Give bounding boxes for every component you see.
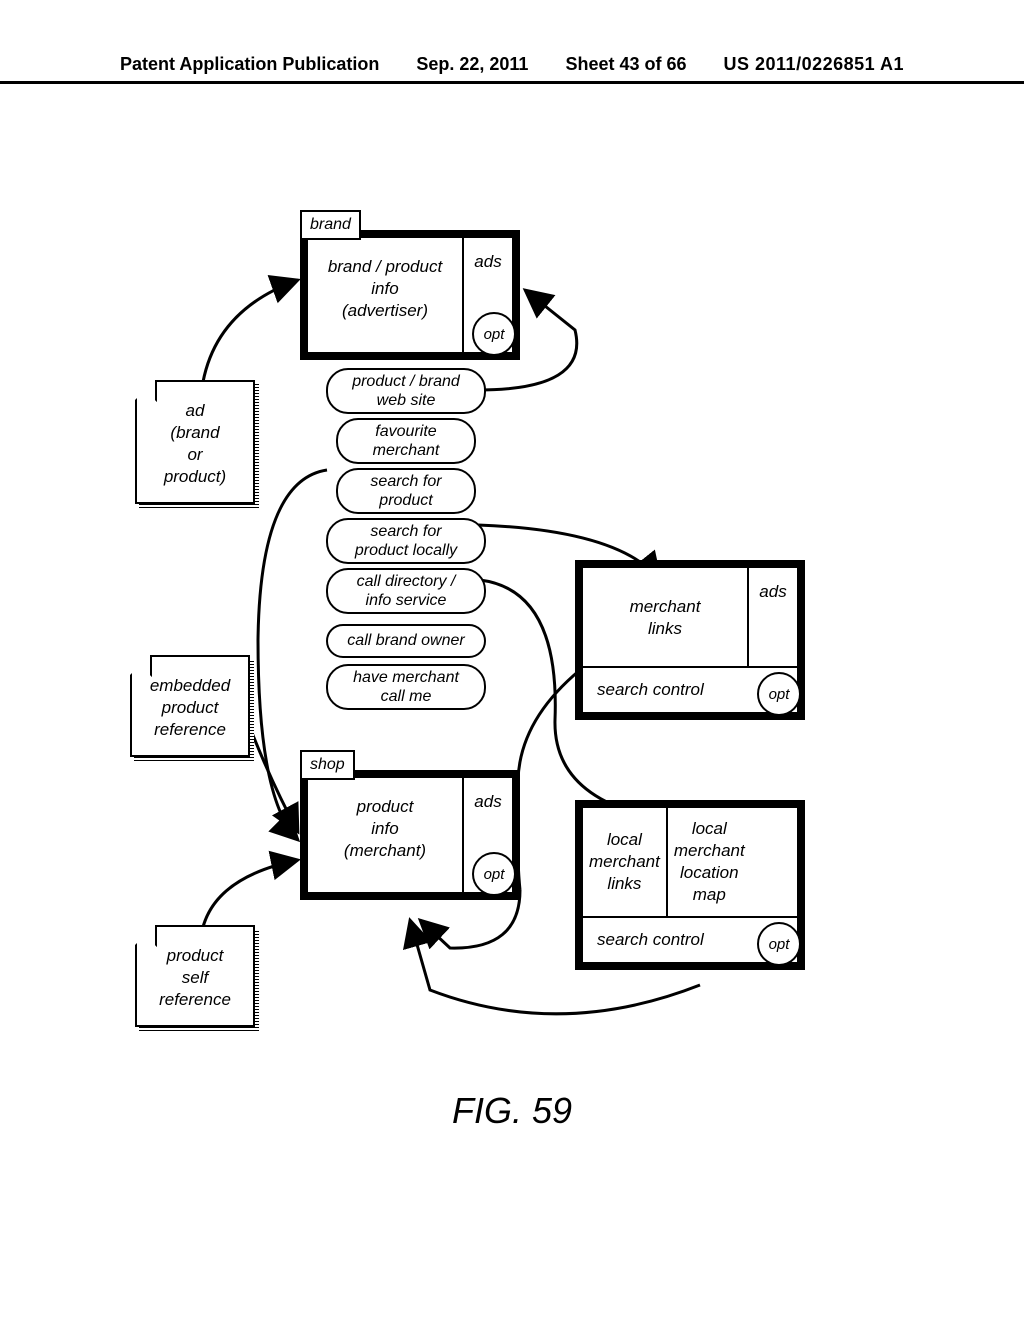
- screen-local-opt: opt: [757, 922, 801, 966]
- oval-have-merchant-call: have merchantcall me: [326, 664, 486, 710]
- screen-local-left: localmerchantlinks: [583, 808, 668, 916]
- doc-embedded-text: embeddedproductreference: [150, 676, 230, 739]
- screen-shop-tag: shop: [300, 750, 355, 780]
- screen-brand-main: brand / productinfo(advertiser): [308, 256, 462, 322]
- screen-merchant-search-label: search control: [597, 680, 704, 700]
- header-date: Sep. 22, 2011: [416, 54, 528, 81]
- screen-shop-ads-label: ads: [474, 792, 501, 812]
- oval-call-owner: call brand owner: [326, 624, 486, 658]
- screen-local-right: localmerchantlocationmap: [668, 808, 751, 916]
- screen-brand-ads-label: ads: [474, 252, 501, 272]
- doc-self: productselfreference: [135, 925, 255, 1027]
- figure-caption: FIG. 59: [0, 1090, 1024, 1132]
- screen-merchant-main: merchantlinks: [583, 596, 747, 640]
- screen-merchant-ads: ads: [747, 568, 797, 666]
- doc-embedded: embeddedproductreference: [130, 655, 250, 757]
- screen-merchant-links: merchantlinks ads search control opt: [575, 560, 805, 720]
- screen-local-search-label: search control: [597, 930, 704, 950]
- oval-search-product: search forproduct: [336, 468, 476, 514]
- screen-brand: brand brand / productinfo(advertiser) ad…: [300, 230, 520, 360]
- screen-shop-main: productinfo(merchant): [308, 796, 462, 862]
- screen-local-merchant: localmerchantlinks localmerchantlocation…: [575, 800, 805, 970]
- header-left: Patent Application Publication: [120, 54, 379, 81]
- oval-favourite: favouritemerchant: [336, 418, 476, 464]
- oval-call-directory: call directory /info service: [326, 568, 486, 614]
- oval-search-local: search forproduct locally: [326, 518, 486, 564]
- doc-ad-text: ad(brandorproduct): [164, 401, 226, 486]
- screen-brand-opt: opt: [472, 312, 516, 356]
- doc-ad: ad(brandorproduct): [135, 380, 255, 504]
- diagram-canvas: ad(brandorproduct) embeddedproductrefere…: [0, 80, 1024, 1320]
- screen-merchant-opt: opt: [757, 672, 801, 716]
- doc-self-text: productselfreference: [159, 946, 231, 1009]
- header-sheet: Sheet 43 of 66: [565, 54, 686, 81]
- screen-merchant-ads-label: ads: [759, 582, 786, 602]
- oval-website: product / brandweb site: [326, 368, 486, 414]
- header-pub-id: US 2011/0226851 A1: [724, 54, 904, 81]
- screen-shop-opt: opt: [472, 852, 516, 896]
- screen-shop: shop productinfo(merchant) ads opt: [300, 770, 520, 900]
- screen-brand-tag: brand: [300, 210, 361, 240]
- screen-local-split: localmerchantlinks localmerchantlocation…: [583, 808, 747, 916]
